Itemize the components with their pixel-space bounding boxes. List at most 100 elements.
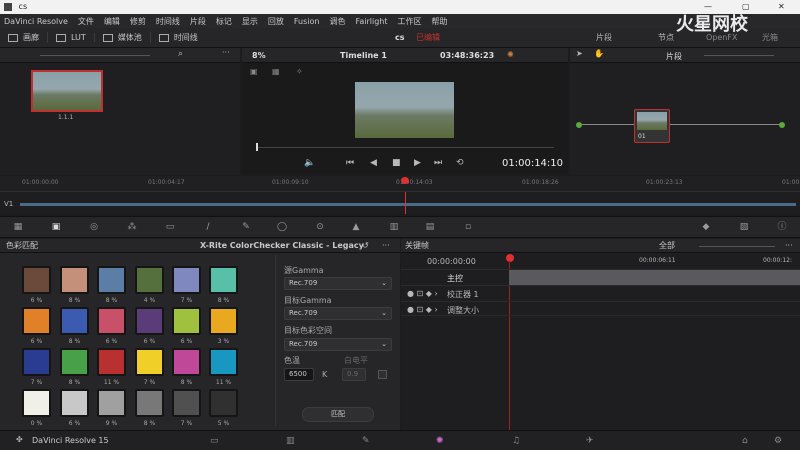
lightbox-button[interactable]: 光箱: [762, 32, 778, 43]
color-wheel-icon[interactable]: ✺: [507, 50, 514, 59]
white-input[interactable]: 0.9: [342, 368, 366, 381]
color-swatch[interactable]: [97, 389, 126, 417]
media-pool-button[interactable]: 媒体池: [102, 32, 151, 43]
blur-icon[interactable]: ▲: [350, 222, 362, 233]
color-swatch[interactable]: [60, 389, 89, 417]
keyframe-row-corrector[interactable]: ● ⊡ ◆ › 校正器 1: [401, 285, 800, 300]
color-swatch[interactable]: [135, 266, 164, 294]
menu-item[interactable]: 帮助: [432, 16, 448, 27]
camera-raw-icon[interactable]: ▦: [12, 222, 24, 233]
color-swatch[interactable]: [97, 307, 126, 335]
menu-item[interactable]: Fusion: [294, 17, 320, 26]
menu-item[interactable]: 显示: [242, 16, 258, 27]
loop-icon[interactable]: ⟲: [456, 158, 464, 168]
chart-select[interactable]: X-Rite ColorChecker Classic - Legacy: [200, 239, 364, 253]
color-swatch[interactable]: [22, 266, 51, 294]
color-swatch[interactable]: [22, 389, 51, 417]
color-swatch[interactable]: [97, 348, 126, 376]
key-icon[interactable]: ▥: [388, 222, 400, 233]
3d-icon[interactable]: ▫: [462, 222, 474, 233]
window-icon[interactable]: ◯: [276, 222, 288, 233]
color-swatch[interactable]: [135, 348, 164, 376]
color-swatch[interactable]: [209, 266, 238, 294]
search-icon[interactable]: ⌕: [178, 49, 183, 59]
menu-item[interactable]: 修剪: [130, 16, 146, 27]
stop-icon[interactable]: ■: [392, 158, 401, 168]
sizing-icon[interactable]: ▤: [424, 222, 436, 233]
node-mode-select[interactable]: 片段: [666, 51, 682, 62]
menu-item[interactable]: 时间线: [156, 16, 180, 27]
lock-icon[interactable]: ● ⊡ ◆ ›: [407, 289, 438, 298]
keyframes-icon[interactable]: ◆: [700, 222, 712, 233]
color-swatch[interactable]: [60, 307, 89, 335]
grid-icon[interactable]: ▦: [272, 67, 280, 76]
keyframe-row-master[interactable]: 主控: [401, 269, 800, 285]
viewer-mode-icon[interactable]: ▣: [250, 67, 258, 76]
color-swatch[interactable]: [172, 348, 201, 376]
gallery-button[interactable]: 画廊: [8, 32, 48, 43]
color-swatch[interactable]: [209, 307, 238, 335]
output-connector[interactable]: [779, 122, 785, 128]
color-swatch[interactable]: [135, 389, 164, 417]
color-page-icon[interactable]: ✺: [436, 436, 444, 446]
menu-item[interactable]: 文件: [78, 16, 94, 27]
color-swatch[interactable]: [22, 307, 51, 335]
motion-effects-icon[interactable]: ▭: [164, 222, 176, 233]
settings-icon[interactable]: ⚙: [774, 436, 782, 446]
target-space-select[interactable]: Rec.709 ⌄: [284, 338, 392, 351]
clip-bar[interactable]: [20, 203, 796, 206]
scrub-bar[interactable]: [256, 147, 554, 148]
keyframe-more-icon[interactable]: ···: [785, 239, 793, 253]
fairlight-page-icon[interactable]: ♫: [512, 436, 520, 446]
prev-icon[interactable]: ⏮: [346, 158, 354, 168]
color-swatch[interactable]: [172, 266, 201, 294]
more-icon[interactable]: ···: [222, 48, 230, 57]
white-checkbox[interactable]: [378, 370, 387, 379]
play-icon[interactable]: ▶: [414, 158, 421, 168]
volume-icon[interactable]: 🔈: [304, 158, 315, 168]
lut-button[interactable]: LUT: [56, 33, 95, 42]
info-icon[interactable]: ⓘ: [776, 222, 788, 233]
next-icon[interactable]: ⏭: [434, 158, 442, 168]
keyframe-filter-select[interactable]: 全部: [659, 239, 675, 253]
color-swatch[interactable]: [209, 389, 238, 417]
hand-icon[interactable]: ✋: [594, 49, 604, 58]
keyframe-playhead[interactable]: [506, 254, 514, 262]
color-swatch[interactable]: [60, 348, 89, 376]
keyframe-zoom-slider[interactable]: [699, 246, 775, 247]
keyframe-row-sizing[interactable]: ● ⊡ ◆ › 调整大小: [401, 301, 800, 316]
edit-page-icon[interactable]: ▥: [286, 436, 295, 446]
menu-item[interactable]: 片段: [190, 16, 206, 27]
reset-icon[interactable]: ↺: [362, 239, 369, 253]
temp-input[interactable]: 6500: [284, 368, 314, 381]
fusion-page-icon[interactable]: ✎: [362, 436, 370, 446]
tracker-icon[interactable]: ⊙: [314, 222, 326, 233]
ruler-playhead[interactable]: [401, 177, 409, 184]
media-page-icon[interactable]: ▭: [210, 436, 219, 446]
close-button[interactable]: ✕: [778, 0, 785, 14]
lock-icon[interactable]: ● ⊡ ◆ ›: [407, 305, 438, 314]
color-swatch[interactable]: [22, 348, 51, 376]
curves-icon[interactable]: ∕: [202, 222, 214, 233]
color-swatch[interactable]: [209, 348, 238, 376]
home-icon[interactable]: ⌂: [742, 436, 748, 446]
viewer-frame[interactable]: [355, 82, 454, 138]
reverse-icon[interactable]: ◀: [370, 158, 377, 168]
pointer-icon[interactable]: ➤: [576, 49, 583, 58]
menu-item[interactable]: Fairlight: [355, 17, 387, 26]
color-swatch[interactable]: [60, 266, 89, 294]
menu-item[interactable]: 回放: [268, 16, 284, 27]
menu-item[interactable]: 标记: [216, 16, 232, 27]
magic-icon[interactable]: ✧: [296, 67, 303, 76]
timeline-ruler[interactable]: 01:00:00:00 01:00:04:17 01:00:09:10 01:00:1…: [0, 176, 800, 192]
gallery-slider[interactable]: [40, 55, 150, 56]
target-gamma-select[interactable]: Rec.709 ⌄: [284, 307, 392, 320]
color-swatch[interactable]: [172, 389, 201, 417]
node-zoom-slider[interactable]: [704, 55, 774, 56]
input-connector[interactable]: [576, 122, 582, 128]
scrub-playhead[interactable]: [256, 143, 258, 151]
source-gamma-select[interactable]: Rec.709 ⌄: [284, 277, 392, 290]
color-wheels-icon[interactable]: ◎: [88, 222, 100, 233]
node-01[interactable]: 01: [634, 109, 670, 143]
color-swatch[interactable]: [97, 266, 126, 294]
